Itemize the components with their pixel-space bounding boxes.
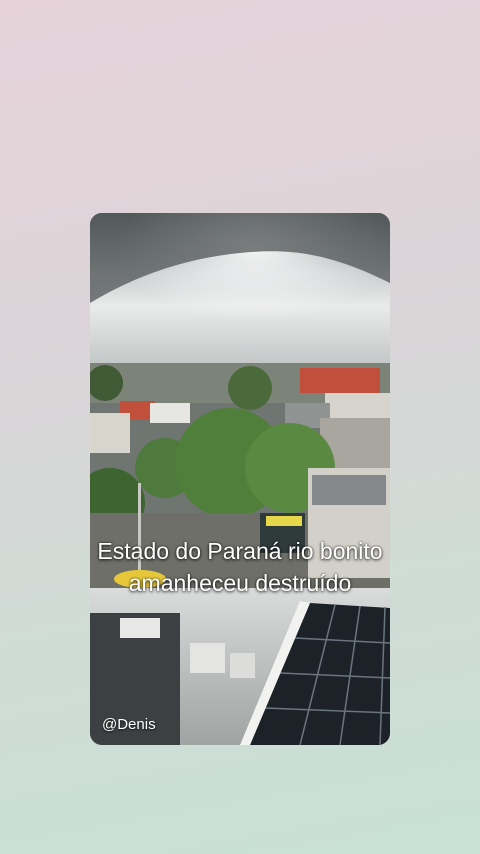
video-caption: Estado do Paraná rio bonito amanheceu de…	[97, 538, 383, 596]
storm-scene-image	[90, 213, 390, 745]
creator-watermark: @Denis	[102, 716, 156, 733]
video-frame[interactable]: Estado do Paraná rio bonito amanheceu de…	[90, 213, 390, 745]
